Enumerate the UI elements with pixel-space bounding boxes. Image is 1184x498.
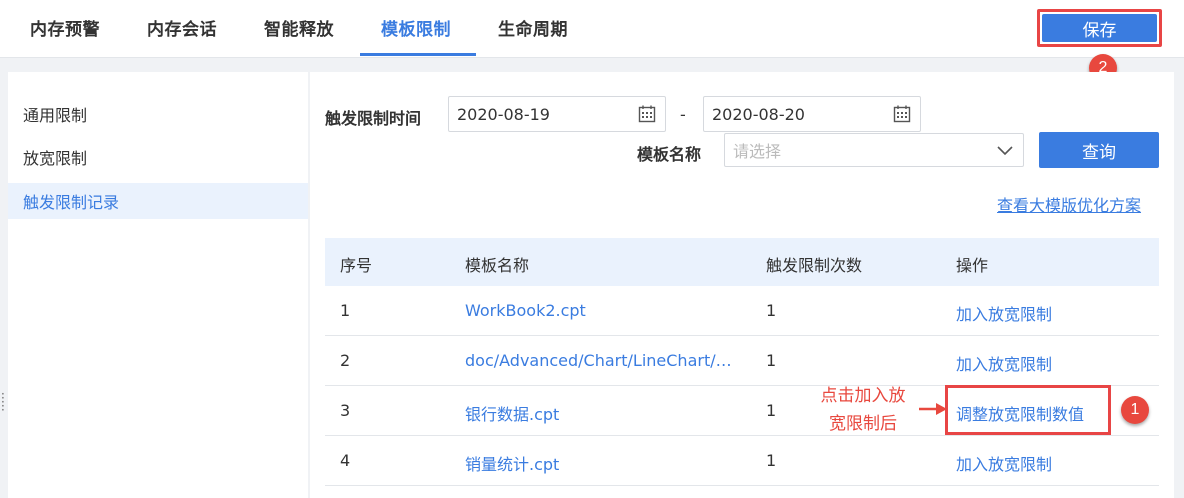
row-count: 1 [766, 351, 777, 370]
header-action: 操作 [956, 256, 989, 275]
row-template-link[interactable]: WorkBook2.cpt [465, 301, 586, 320]
instruction-note: 点击加入放 宽限制后 [808, 382, 918, 438]
sidebar-item-general-limit[interactable]: 通用限制 [8, 96, 308, 132]
template-name-label: 模板名称 [637, 145, 702, 164]
row-template-link[interactable]: 销量统计.cpt [465, 451, 559, 475]
tab-smart-release[interactable]: 智能释放 [264, 15, 334, 40]
date-separator: - [680, 105, 686, 124]
row-count: 1 [766, 301, 777, 320]
row-index: 3 [340, 401, 351, 420]
sidebar-item-trigger-records[interactable]: 触发限制记录 [8, 183, 308, 219]
row-index: 1 [340, 301, 351, 320]
tab-lifecycle[interactable]: 生命周期 [498, 15, 568, 40]
active-tab-indicator [360, 53, 476, 56]
tab-memory-warning[interactable]: 内存预警 [30, 15, 100, 40]
instruction-note-line-2: 宽限制后 [829, 414, 897, 434]
sidebar: 通用限制 放宽限制 触发限制记录 [8, 72, 308, 498]
view-optimization-plan-link[interactable]: 查看大模版优化方案 [997, 192, 1141, 216]
row-template-link[interactable]: 银行数据.cpt [465, 401, 559, 425]
row-index: 2 [340, 351, 351, 370]
table-row: 4 销量统计.cpt 1 加入放宽限制 [325, 436, 1159, 486]
calendar-icon[interactable] [893, 105, 911, 123]
template-select-placeholder: 请选择 [733, 142, 782, 161]
save-highlight-box: 保存 [1037, 9, 1162, 47]
end-date-input[interactable]: 2020-08-20 [703, 96, 921, 132]
tab-template-limit[interactable]: 模板限制 [381, 15, 451, 40]
red-arrow-icon [919, 403, 947, 415]
instruction-note-line-1: 点击加入放 [820, 386, 906, 406]
add-relaxed-limit-link[interactable]: 加入放宽限制 [956, 351, 1052, 375]
row-count: 1 [766, 451, 777, 470]
row-index: 4 [340, 451, 351, 470]
add-relaxed-limit-link[interactable]: 加入放宽限制 [956, 451, 1052, 475]
tab-memory-session[interactable]: 内存会话 [147, 15, 217, 40]
add-relaxed-limit-link[interactable]: 加入放宽限制 [956, 301, 1052, 325]
table-header: 序号 模板名称 触发限制次数 操作 [325, 238, 1159, 286]
row-count: 1 [766, 401, 777, 420]
row-template-link[interactable]: doc/Advanced/Chart/LineChart/… [465, 351, 732, 370]
table-row: 2 doc/Advanced/Chart/LineChart/… 1 加入放宽限… [325, 336, 1159, 386]
start-date-value: 2020-08-19 [457, 104, 550, 124]
header-template-name: 模板名称 [465, 256, 530, 275]
header-index: 序号 [340, 256, 373, 275]
calendar-icon[interactable] [638, 105, 656, 123]
top-tab-bar: 内存预警 内存会话 智能释放 模板限制 生命周期 保存 [0, 0, 1184, 58]
trigger-time-label: 触发限制时间 [325, 109, 422, 128]
table-row: 1 WorkBook2.cpt 1 加入放宽限制 [325, 286, 1159, 336]
save-button[interactable]: 保存 [1042, 14, 1157, 42]
sidebar-item-relaxed-limit[interactable]: 放宽限制 [8, 139, 308, 175]
template-name-select[interactable]: 请选择 [724, 133, 1024, 167]
chevron-down-icon [997, 146, 1013, 156]
start-date-input[interactable]: 2020-08-19 [448, 96, 666, 132]
adjust-highlight-box [945, 385, 1111, 435]
resize-handle-icon[interactable]: · · · · · [1, 388, 5, 416]
query-button[interactable]: 查询 [1039, 132, 1159, 168]
header-trigger-count: 触发限制次数 [766, 256, 863, 275]
end-date-value: 2020-08-20 [712, 104, 805, 124]
step-badge-1: 1 [1121, 396, 1149, 424]
